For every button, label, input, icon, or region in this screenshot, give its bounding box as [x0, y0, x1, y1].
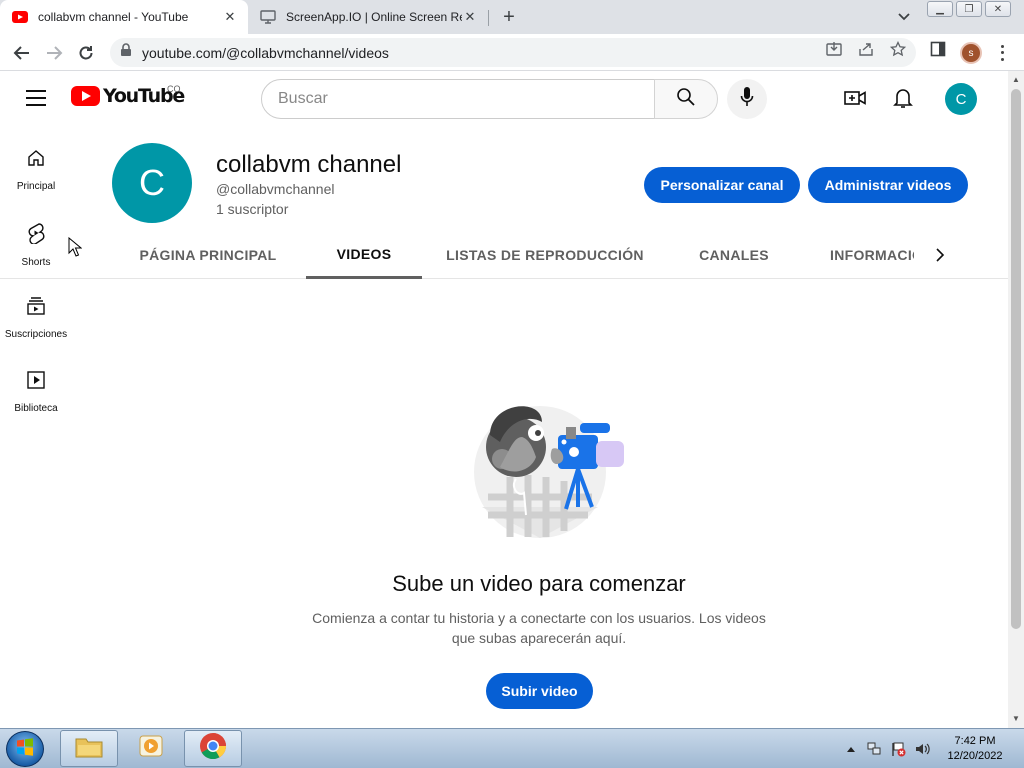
back-arrow-icon[interactable] [10, 41, 34, 65]
share-icon[interactable] [858, 41, 874, 57]
tab-videos[interactable]: VIDEOS [306, 231, 422, 279]
youtube-play-icon [71, 86, 100, 106]
channel-avatar[interactable]: C [112, 143, 192, 223]
scrollbar-thumb[interactable] [1011, 89, 1021, 629]
tab-divider [488, 10, 489, 26]
upload-illustration [470, 397, 630, 542]
upload-video-button[interactable]: Subir video [486, 673, 593, 709]
search-placeholder: Buscar [278, 90, 328, 107]
taskbar-explorer[interactable] [60, 730, 118, 767]
manage-videos-button[interactable]: Administrar videos [808, 167, 968, 203]
country-code: CO [167, 84, 181, 94]
network-icon[interactable] [866, 741, 882, 757]
youtube-logo[interactable]: YouTube CO [71, 84, 185, 107]
monitor-favicon-icon [260, 9, 276, 25]
taskbar-media-player[interactable] [122, 730, 180, 767]
install-app-icon[interactable] [826, 41, 842, 57]
windows-taskbar: 7:42 PM 12/20/2022 [0, 728, 1024, 768]
side-panel-icon[interactable] [930, 41, 946, 57]
mouse-cursor-icon [68, 236, 83, 257]
chrome-icon [198, 731, 228, 766]
media-player-icon [137, 733, 165, 764]
browser-tab-strip: collabvm channel - YouTube ✕ ScreenApp.I… [0, 0, 1024, 34]
browser-tab-title: ScreenApp.IO | Online Screen Re [286, 10, 462, 24]
lock-icon[interactable] [120, 43, 132, 62]
subscriber-count: 1 suscriptor [216, 201, 289, 217]
hamburger-menu-icon[interactable] [26, 90, 46, 106]
empty-state-title: Sube un video para comenzar [392, 571, 686, 596]
guide-label: Principal [16, 181, 56, 192]
volume-icon[interactable] [914, 741, 930, 757]
youtube-page: YouTube CO Buscar C Principal Shorts Sus… [0, 71, 1008, 728]
subscriptions-icon [26, 296, 46, 321]
start-button[interactable] [6, 731, 44, 767]
browser-tab-screenapp[interactable]: ScreenApp.IO | Online Screen Re ✕ [248, 0, 488, 34]
browser-tab-youtube[interactable]: collabvm channel - YouTube ✕ [0, 0, 248, 34]
tab-home[interactable]: PÁGINA PRINCIPAL [128, 231, 288, 279]
microphone-icon [740, 86, 754, 113]
account-avatar[interactable]: C [945, 83, 977, 115]
action-center-flag-icon[interactable] [890, 741, 906, 757]
youtube-favicon-icon [12, 9, 28, 25]
home-icon [26, 148, 46, 173]
url-text: youtube.com/@collabvmchannel/videos [142, 44, 389, 61]
browser-tab-title: collabvm channel - YouTube [38, 10, 189, 24]
chevron-right-icon[interactable] [928, 243, 952, 267]
empty-state-description: Comienza a contar tu historia y a conect… [312, 610, 766, 646]
new-tab-button[interactable]: + [498, 6, 520, 28]
taskbar-chrome[interactable] [184, 730, 242, 767]
channel-name: collabvm channel [216, 151, 402, 178]
profile-avatar[interactable]: s [960, 42, 982, 64]
customize-channel-button[interactable]: Personalizar canal [644, 167, 800, 203]
voice-search-button[interactable] [727, 79, 767, 119]
scroll-down-arrow-icon[interactable]: ▼ [1012, 714, 1020, 723]
tab-channels[interactable]: CANALES [680, 231, 788, 279]
browser-menu-icon[interactable] [994, 43, 1010, 63]
folder-icon [74, 733, 104, 764]
address-bar[interactable]: youtube.com/@collabvmchannel/videos [110, 38, 916, 67]
search-input[interactable]: Buscar [261, 79, 655, 119]
notifications-bell-icon[interactable] [891, 86, 915, 110]
bookmark-star-icon[interactable] [889, 40, 907, 57]
search-icon [676, 87, 696, 112]
guide-label: Suscripciones [4, 329, 68, 340]
guide-item-biblioteca[interactable]: Biblioteca [0, 364, 72, 438]
window-controls: ▁ ❐ ✕ [927, 1, 1011, 17]
browser-toolbar: youtube.com/@collabvmchannel/videos s [0, 34, 1024, 71]
close-tab-icon[interactable]: ✕ [462, 9, 478, 25]
clock-date: 12/20/2022 [947, 750, 1003, 762]
page-scrollbar[interactable]: ▲ ▼ [1008, 71, 1024, 728]
forward-arrow-icon[interactable] [42, 41, 66, 65]
system-clock[interactable]: 7:42 PM 12/20/2022 [940, 734, 1010, 764]
scroll-up-arrow-icon[interactable]: ▲ [1012, 75, 1020, 84]
window-close-button[interactable]: ✕ [985, 1, 1011, 17]
guide-label: Biblioteca [14, 403, 58, 414]
create-video-icon[interactable] [843, 86, 867, 110]
tab-playlists[interactable]: LISTAS DE REPRODUCCIÓN [440, 231, 650, 279]
tab-search-chevron-icon[interactable] [895, 9, 913, 25]
reload-icon[interactable] [74, 41, 98, 65]
tab-about[interactable]: INFORMACIÓN [830, 231, 914, 279]
close-tab-icon[interactable]: ✕ [222, 9, 238, 25]
channel-handle: @collabvmchannel [216, 181, 335, 197]
show-hidden-icons-arrow[interactable] [843, 741, 859, 757]
windows-logo-icon [16, 737, 34, 761]
maximize-button[interactable]: ❐ [956, 1, 982, 17]
guide-item-suscripciones[interactable]: Suscripciones [0, 290, 72, 364]
guide-item-principal[interactable]: Principal [0, 142, 72, 216]
minimize-button[interactable]: ▁ [927, 1, 953, 17]
channel-tabs: PÁGINA PRINCIPAL VIDEOS LISTAS DE REPROD… [0, 231, 1008, 279]
library-icon [26, 370, 46, 395]
search-button[interactable] [654, 79, 718, 119]
clock-time: 7:42 PM [954, 735, 996, 747]
